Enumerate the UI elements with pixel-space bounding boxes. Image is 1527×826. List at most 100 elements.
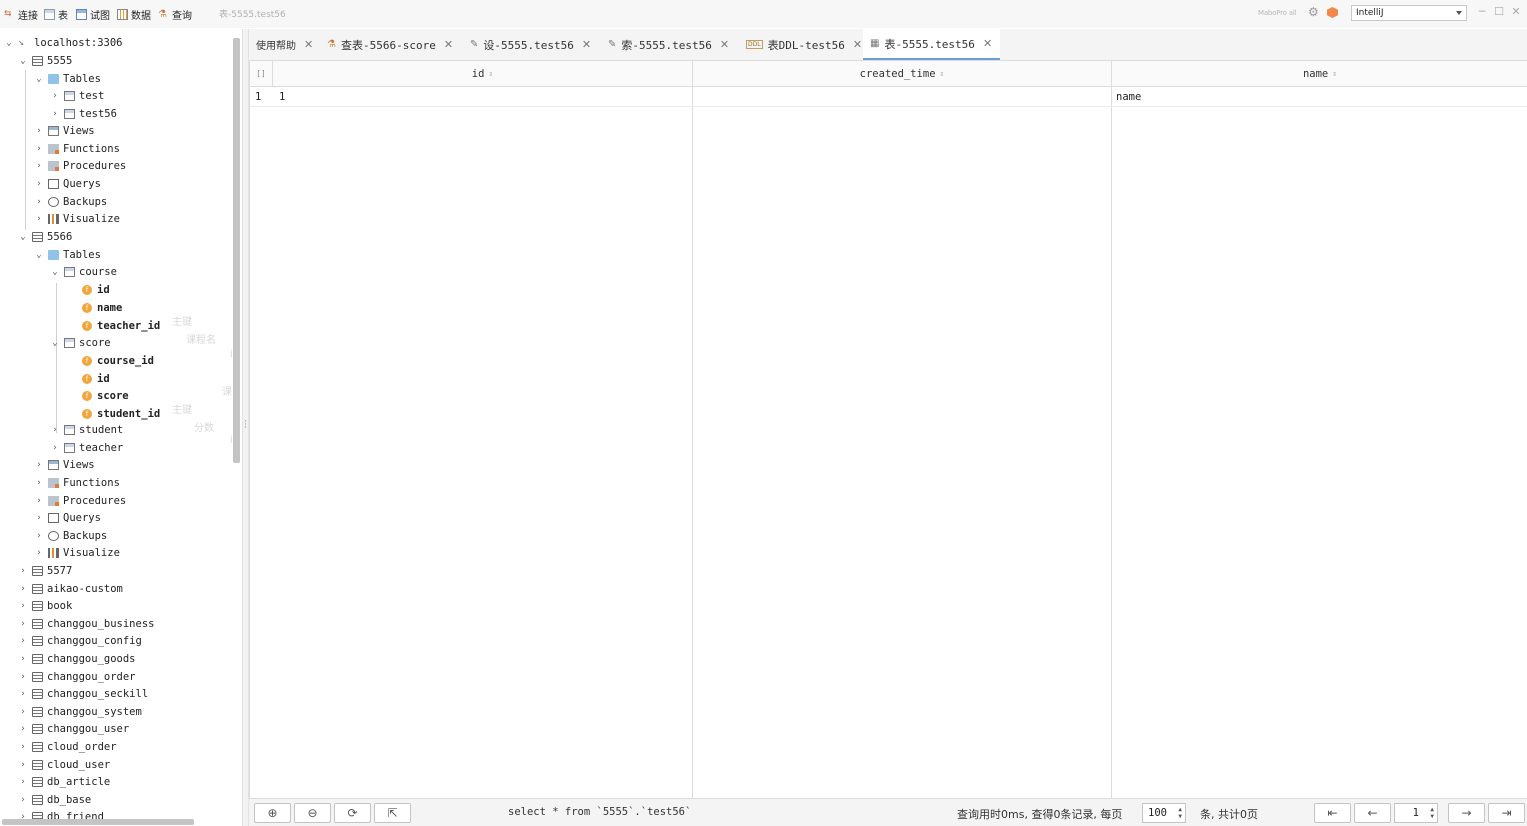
chevron-right-icon[interactable]: › — [34, 161, 44, 171]
tree-views-5555[interactable]: › Views — [34, 122, 94, 139]
chevron-right-icon[interactable]: › — [34, 126, 44, 136]
tree-table-score[interactable]: ⌄ score — [50, 334, 110, 351]
tree-table-course[interactable]: ⌄ course — [50, 263, 117, 280]
tab-index-test56[interactable]: ✎ 索-5555.test56 ✕ — [601, 29, 736, 60]
delete-row-button[interactable]: ⊖ — [294, 803, 331, 823]
tree-querys-5555[interactable]: › Querys — [34, 175, 101, 192]
close-icon[interactable]: ✕ — [582, 38, 591, 51]
tree-querys-5566[interactable]: › Querys — [34, 509, 101, 526]
chevron-right-icon[interactable]: › — [18, 724, 28, 734]
minimize-icon[interactable]: ─ — [1476, 5, 1488, 19]
chevron-right-icon[interactable]: › — [34, 179, 44, 189]
tree-field[interactable]: f id — [82, 370, 110, 387]
tree-field[interactable]: f student_id — [82, 405, 160, 422]
tab-table-test56[interactable]: ▦ 表-5555.test56 ✕ — [863, 29, 1000, 60]
tree-field[interactable]: f score — [82, 387, 129, 404]
chevron-right-icon[interactable]: › — [18, 760, 28, 770]
close-icon[interactable]: ✕ — [853, 38, 862, 51]
tree-table-student[interactable]: › student — [50, 421, 123, 438]
chevron-down-icon[interactable]: ⌄ — [50, 338, 60, 348]
chevron-down-icon[interactable]: ⌄ — [34, 250, 44, 260]
chevron-right-icon[interactable]: › — [50, 425, 60, 435]
chevron-right-icon[interactable]: › — [34, 460, 44, 470]
chevron-right-icon[interactable]: › — [34, 214, 44, 224]
chevron-right-icon[interactable]: › — [18, 619, 28, 629]
close-icon[interactable]: ✕ — [444, 38, 453, 51]
tab-ddl-test56[interactable]: DDL 表DDL-test56 ✕ — [739, 29, 869, 60]
tree-field[interactable]: f course_id — [82, 352, 154, 369]
sort-icon[interactable]: ⇕ — [940, 69, 945, 78]
theme-select[interactable]: IntelliJ — [1351, 5, 1467, 21]
tab-design-test56[interactable]: ✎ 设-5555.test56 ✕ — [463, 29, 598, 60]
chevron-down-icon[interactable]: ⌄ — [50, 267, 60, 277]
tree-functions-5555[interactable]: › Functions — [34, 140, 120, 157]
tab-help[interactable]: 使用帮助 ✕ — [249, 29, 320, 60]
tree-db[interactable]: › cloud_user — [18, 756, 110, 773]
chevron-down-icon[interactable]: ⌄ — [18, 56, 28, 66]
last-page-button[interactable]: ⇥ — [1488, 803, 1525, 823]
chevron-right-icon[interactable]: › — [34, 144, 44, 154]
chevron-right-icon[interactable]: › — [18, 795, 28, 805]
tree-visualize-5566[interactable]: › Visualize — [34, 544, 120, 561]
sort-icon[interactable]: ⇕ — [488, 69, 493, 78]
cell-name[interactable]: name — [1116, 91, 1141, 103]
chevron-right-icon[interactable]: › — [34, 548, 44, 558]
chevron-right-icon[interactable]: › — [50, 109, 60, 119]
chevron-right-icon[interactable]: › — [18, 601, 28, 611]
close-icon[interactable]: ✕ — [1510, 5, 1522, 19]
chevron-right-icon[interactable]: › — [50, 443, 60, 453]
connect-button[interactable]: ⇆ 连接 — [4, 6, 38, 22]
column-header-created-time[interactable]: created_time ⇕ — [693, 61, 1112, 87]
view-button[interactable]: 试图 — [76, 6, 110, 22]
chevron-down-icon[interactable]: ⌄ — [34, 74, 44, 84]
chevron-right-icon[interactable]: › — [34, 531, 44, 541]
chevron-right-icon[interactable]: › — [18, 672, 28, 682]
tree-visualize-5555[interactable]: › Visualize — [34, 210, 120, 227]
tree-db[interactable]: › changgou_user — [18, 720, 129, 737]
export-button[interactable]: ⇱ — [374, 803, 411, 823]
row-index[interactable]: 1 — [255, 91, 261, 103]
chevron-right-icon[interactable]: › — [18, 777, 28, 787]
tree-functions-5566[interactable]: › Functions — [34, 474, 120, 491]
tree-db[interactable]: › changgou_goods — [18, 650, 135, 667]
close-icon[interactable]: ✕ — [983, 37, 992, 50]
tree-tables-5566[interactable]: ⌄ Tables — [34, 246, 101, 263]
tree-vertical-scrollbar[interactable] — [233, 38, 240, 463]
next-page-button[interactable]: → — [1448, 803, 1485, 823]
data-button[interactable]: 数据 — [117, 6, 151, 22]
tree-db[interactable]: › db_base — [18, 791, 91, 808]
tree-horizontal-scrollbar[interactable] — [2, 819, 194, 825]
tree-views-5566[interactable]: › Views — [34, 456, 94, 473]
stepper-arrows-icon[interactable]: ▲ ▼ — [1178, 806, 1182, 820]
tab-query-score[interactable]: ⚗ 查表-5566-score ✕ — [320, 29, 460, 60]
tree-table-test[interactable]: › test — [50, 87, 104, 104]
chevron-down-icon[interactable]: ⌄ — [18, 232, 28, 242]
add-row-button[interactable]: ⊕ — [254, 803, 291, 823]
tree-field[interactable]: f id — [82, 281, 110, 298]
page-number-stepper[interactable]: 1 ▲ ▼ — [1394, 803, 1438, 823]
tree-db[interactable]: › changgou_seckill — [18, 685, 148, 702]
tree-table-teacher[interactable]: › teacher — [50, 439, 123, 456]
tree-backups-5566[interactable]: › Backups — [34, 527, 107, 544]
tree-db[interactable]: › db_article — [18, 773, 110, 790]
chevron-right-icon[interactable]: › — [18, 742, 28, 752]
tree-field[interactable]: f name — [82, 299, 122, 316]
gear-icon[interactable]: ⚙ — [1308, 6, 1320, 18]
tree-procedures-5555[interactable]: › Procedures — [34, 157, 126, 174]
maximize-icon[interactable]: ☐ — [1493, 5, 1505, 19]
column-header-name[interactable]: name ⇕ — [1112, 61, 1527, 87]
close-icon[interactable]: ✕ — [720, 38, 729, 51]
chevron-right-icon[interactable]: › — [18, 654, 28, 664]
chevron-right-icon[interactable]: › — [18, 689, 28, 699]
chevron-right-icon[interactable]: › — [50, 91, 60, 101]
tree-db[interactable]: › changgou_system — [18, 703, 142, 720]
tree-db[interactable]: › changgou_config — [18, 632, 142, 649]
chevron-right-icon[interactable]: › — [18, 584, 28, 594]
tree-procedures-5566[interactable]: › Procedures — [34, 492, 126, 509]
chevron-right-icon[interactable]: › — [34, 197, 44, 207]
theme-hexagon-icon[interactable] — [1327, 7, 1338, 18]
chevron-down-icon[interactable]: ⌄ — [4, 38, 14, 48]
stepper-arrows-icon[interactable]: ▲ ▼ — [1430, 806, 1434, 820]
query-button[interactable]: ⚗ 查询 — [158, 6, 192, 22]
splitter-grip-icon[interactable]: · · · — [244, 418, 247, 433]
